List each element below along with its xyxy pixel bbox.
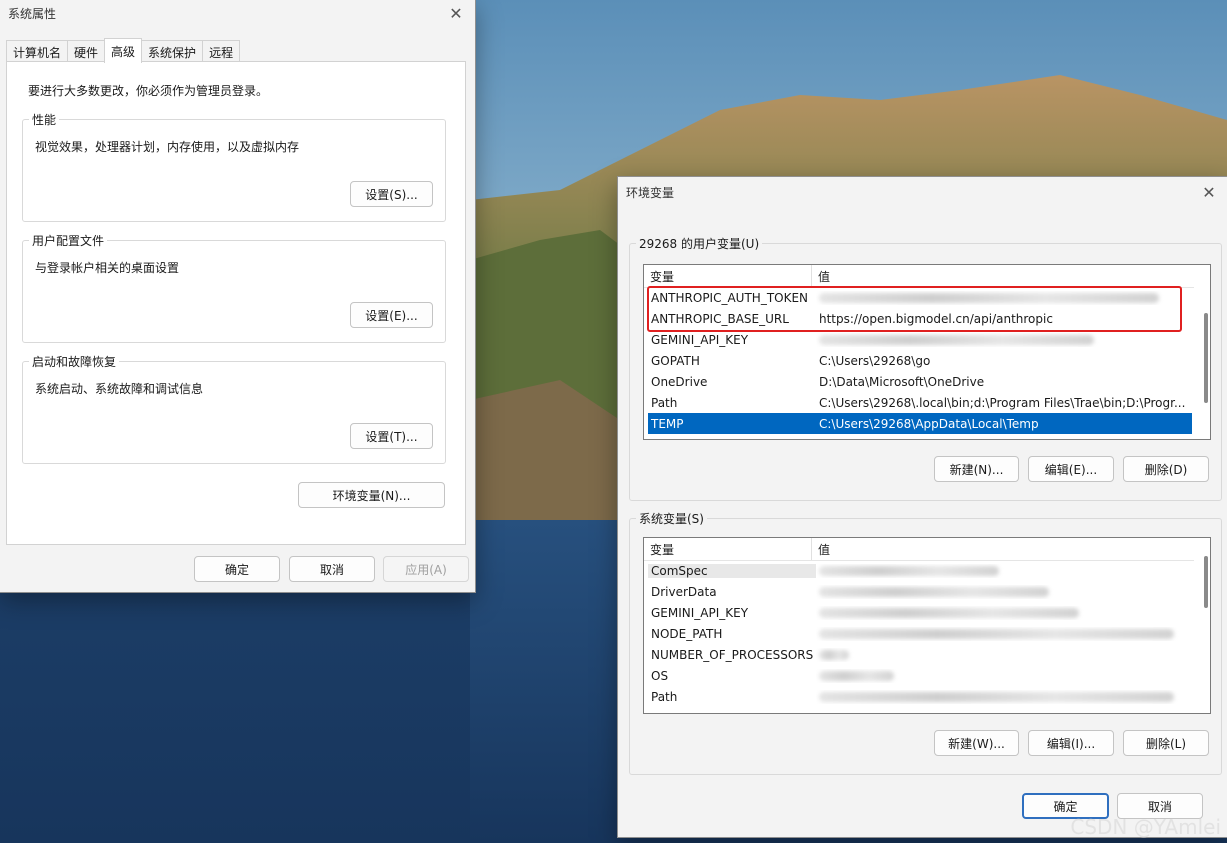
user-profiles-label: 用户配置文件	[29, 232, 108, 249]
var-value-redacted	[816, 564, 1192, 578]
system-delete-button[interactable]: 删除(L)	[1123, 730, 1209, 756]
var-name: OS	[651, 668, 669, 683]
startup-recovery-group: 启动和故障恢复 系统启动、系统故障和调试信息 设置(T)...	[22, 353, 446, 464]
var-name: Path	[651, 689, 678, 704]
close-icon[interactable]: ✕	[445, 2, 467, 24]
var-value-redacted	[816, 333, 1192, 347]
var-name: NUMBER_OF_PROCESSORS	[651, 647, 814, 662]
var-name: ComSpec	[648, 563, 816, 578]
system-rows: ComSpec DriverData GEMINI_API_KEY NODE_P…	[648, 560, 1192, 707]
environment-variables-button[interactable]: 环境变量(N)...	[298, 482, 445, 508]
performance-desc: 视觉效果，处理器计划，内存使用，以及虚拟内存	[35, 140, 300, 154]
var-name: Path	[651, 395, 678, 410]
window-title: 系统属性	[8, 6, 57, 21]
var-name: NODE_PATH	[651, 626, 723, 641]
performance-group: 性能 视觉效果，处理器计划，内存使用，以及虚拟内存 设置(S)...	[22, 111, 446, 222]
var-value-redacted	[816, 627, 1192, 641]
list-item[interactable]: DriverData	[648, 581, 1192, 602]
var-name: OneDrive	[651, 374, 708, 389]
user-variables-label: 29268 的用户变量(U)	[636, 235, 763, 252]
tab-strip: 计算机名 硬件 高级 系统保护 远程	[6, 38, 241, 63]
user-new-button[interactable]: 新建(N)...	[934, 456, 1019, 482]
var-value: C:\Users\29268\AppData\Local\Temp	[819, 416, 1039, 431]
list-item[interactable]: GEMINI_API_KEY	[648, 602, 1192, 623]
system-properties-window: 系统属性 ✕ 计算机名 硬件 高级 系统保护 远程 要进行大多数更改，你必须作为…	[0, 0, 476, 593]
scrollbar[interactable]	[1204, 313, 1208, 403]
admin-note: 要进行大多数更改，你必须作为管理员登录。	[28, 84, 269, 98]
var-name: GEMINI_API_KEY	[651, 605, 749, 620]
window-title: 环境变量	[626, 185, 675, 200]
list-item[interactable]: OneDrive D:\Data\Microsoft\OneDrive	[648, 371, 1192, 392]
var-value: C:\Users\29268\.local\bin;d:\Program Fil…	[819, 395, 1186, 410]
list-item[interactable]: ComSpec	[648, 560, 1192, 581]
list-item[interactable]: GEMINI_API_KEY	[648, 329, 1192, 350]
list-item-selected[interactable]: TEMP C:\Users\29268\AppData\Local\Temp	[648, 413, 1192, 434]
list-header: 变量 值	[644, 265, 1194, 288]
user-profiles-desc: 与登录帐户相关的桌面设置	[35, 261, 180, 275]
performance-label: 性能	[29, 111, 60, 128]
user-variables-list[interactable]: 变量 值 ANTHROPIC_AUTH_TOKEN ANTHROPIC_BASE…	[643, 264, 1211, 440]
titlebar[interactable]: 环境变量 ✕	[618, 177, 1227, 207]
close-icon[interactable]: ✕	[1198, 181, 1220, 203]
var-value-redacted	[816, 648, 1192, 662]
ok-button[interactable]: 确定	[194, 556, 280, 582]
startup-recovery-label: 启动和故障恢复	[29, 353, 120, 370]
var-value-redacted	[816, 585, 1192, 599]
tab-hardware[interactable]: 硬件	[67, 40, 106, 63]
system-new-button[interactable]: 新建(W)...	[934, 730, 1019, 756]
system-variables-label: 系统变量(S)	[636, 510, 707, 527]
column-header-value[interactable]: 值	[812, 265, 830, 287]
annotation-highlight-box	[647, 286, 1182, 332]
list-item[interactable]: NODE_PATH	[648, 623, 1192, 644]
apply-button: 应用(A)	[383, 556, 469, 582]
list-item[interactable]: Path C:\Users\29268\.local\bin;d:\Progra…	[648, 392, 1192, 413]
tab-remote[interactable]: 远程	[202, 40, 241, 63]
var-value: D:\Data\Microsoft\OneDrive	[819, 374, 985, 389]
tab-computer-name[interactable]: 计算机名	[6, 40, 69, 63]
environment-variables-window: 环境变量 ✕ 29268 的用户变量(U) 变量 值 ANTHROPIC_AUT…	[617, 176, 1227, 838]
var-name: DriverData	[651, 584, 717, 599]
var-value-redacted	[816, 606, 1192, 620]
cancel-button[interactable]: 取消	[289, 556, 375, 582]
user-profiles-group: 用户配置文件 与登录帐户相关的桌面设置 设置(E)...	[22, 232, 446, 343]
var-value-redacted	[816, 690, 1192, 704]
startup-recovery-desc: 系统启动、系统故障和调试信息	[35, 382, 204, 396]
var-name: TEMP	[651, 416, 684, 431]
tab-system-protection[interactable]: 系统保护	[141, 40, 204, 63]
list-item[interactable]: NUMBER_OF_PROCESSORS	[648, 644, 1192, 665]
scrollbar[interactable]	[1204, 556, 1208, 608]
column-header-name[interactable]: 变量	[644, 538, 812, 560]
system-edit-button[interactable]: 编辑(I)...	[1028, 730, 1114, 756]
column-header-name[interactable]: 变量	[644, 265, 812, 287]
tab-advanced[interactable]: 高级	[104, 38, 143, 63]
user-profiles-settings-button[interactable]: 设置(E)...	[350, 302, 433, 328]
var-value: C:\Users\29268\go	[819, 353, 931, 368]
system-variables-list[interactable]: 变量 值 ComSpec DriverData GEMINI_API_KEY N…	[643, 537, 1211, 714]
user-delete-button[interactable]: 删除(D)	[1123, 456, 1209, 482]
startup-recovery-settings-button[interactable]: 设置(T)...	[350, 423, 433, 449]
var-value-redacted	[816, 669, 1192, 683]
list-item[interactable]: GOPATH C:\Users\29268\go	[648, 350, 1192, 371]
user-variables-group: 29268 的用户变量(U) 变量 值 ANTHROPIC_AUTH_TOKEN…	[629, 235, 1222, 501]
titlebar[interactable]: 系统属性 ✕	[0, 0, 475, 26]
column-header-value[interactable]: 值	[812, 538, 830, 560]
performance-settings-button[interactable]: 设置(S)...	[350, 181, 433, 207]
var-name: GOPATH	[651, 353, 700, 368]
var-name: GEMINI_API_KEY	[651, 332, 749, 347]
list-item[interactable]: OS	[648, 665, 1192, 686]
system-variables-group: 系统变量(S) 变量 值 ComSpec DriverData GEMINI_A…	[629, 510, 1222, 775]
user-edit-button[interactable]: 编辑(E)...	[1028, 456, 1114, 482]
advanced-tab-panel: 要进行大多数更改，你必须作为管理员登录。 性能 视觉效果，处理器计划，内存使用，…	[6, 61, 466, 545]
list-item[interactable]: Path	[648, 686, 1192, 707]
watermark: CSDN @YAmlei	[1070, 815, 1221, 839]
list-header: 变量 值	[644, 538, 1194, 561]
